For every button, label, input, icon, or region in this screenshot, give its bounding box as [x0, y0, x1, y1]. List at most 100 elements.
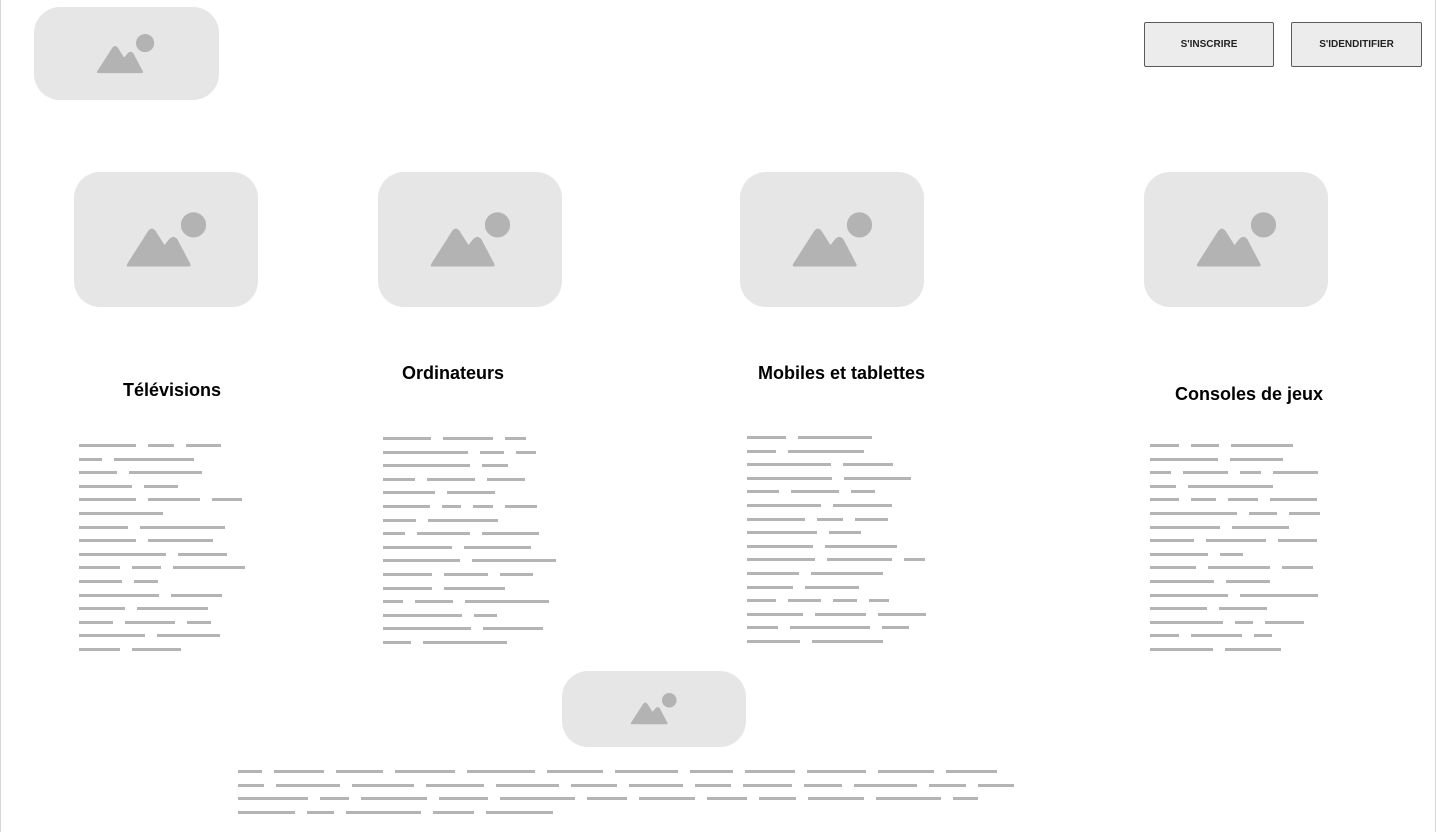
placeholder-text-line	[79, 553, 263, 556]
placeholder-text-word	[805, 586, 859, 589]
placeholder-text-line	[1150, 471, 1334, 474]
placeholder-text-word	[383, 519, 416, 522]
placeholder-text-line	[383, 614, 567, 617]
placeholder-text-word	[1150, 594, 1228, 597]
placeholder-text-word	[707, 797, 747, 800]
category-title-consoles[interactable]: Consoles de jeux	[1175, 384, 1323, 405]
placeholder-text-word	[1228, 498, 1258, 501]
placeholder-text-word	[812, 640, 883, 643]
placeholder-text-line	[238, 811, 1084, 814]
placeholder-text-word	[361, 797, 427, 800]
placeholder-text-word	[1270, 498, 1317, 501]
placeholder-text-word	[946, 770, 997, 773]
placeholder-text-line	[1150, 444, 1334, 447]
placeholder-text-word	[238, 811, 295, 814]
placeholder-text-word	[320, 797, 349, 800]
placeholder-text-word	[929, 784, 966, 787]
placeholder-text-line	[747, 599, 931, 602]
placeholder-text-word	[383, 505, 430, 508]
placeholder-text-word	[788, 450, 864, 453]
placeholder-text-word	[878, 613, 926, 616]
placeholder-text-word	[817, 518, 843, 521]
placeholder-text-line	[383, 559, 567, 562]
placeholder-text-line	[1150, 553, 1334, 556]
login-button[interactable]: S'IDENDITIFIER	[1291, 22, 1422, 67]
placeholder-text-line	[79, 539, 263, 542]
placeholder-text-word	[690, 770, 733, 773]
placeholder-text-word	[427, 478, 475, 481]
placeholder-text-word	[129, 471, 202, 474]
placeholder-text-line	[1150, 648, 1334, 651]
placeholder-text-word	[114, 458, 194, 461]
placeholder-text-word	[747, 613, 803, 616]
placeholder-text-word	[743, 784, 792, 787]
placeholder-text-word	[1208, 566, 1270, 569]
placeholder-text-line	[79, 458, 263, 461]
placeholder-text-word	[186, 444, 221, 447]
placeholder-text-word	[798, 436, 872, 439]
category-title-mobiles-tablettes[interactable]: Mobiles et tablettes	[758, 363, 925, 384]
placeholder-text-line	[383, 573, 567, 576]
placeholder-text-word	[1150, 539, 1194, 542]
placeholder-text-word	[383, 464, 470, 467]
placeholder-text-line	[747, 572, 931, 575]
placeholder-text-word	[827, 558, 892, 561]
placeholder-text-word	[79, 648, 120, 651]
placeholder-text-word	[904, 558, 925, 561]
placeholder-text-word	[855, 518, 888, 521]
category-image-consoles[interactable]	[1144, 172, 1328, 307]
placeholder-text-word	[274, 770, 324, 773]
placeholder-text-line	[79, 607, 263, 610]
placeholder-text-line	[747, 613, 931, 616]
placeholder-text-word	[383, 600, 403, 603]
category-title-televisions[interactable]: Télévisions	[123, 380, 221, 401]
placeholder-text-line	[383, 505, 567, 508]
placeholder-text-word	[695, 784, 731, 787]
placeholder-text-word	[336, 770, 383, 773]
placeholder-text-word	[439, 797, 488, 800]
placeholder-text-word	[1191, 498, 1216, 501]
placeholder-text-word	[745, 770, 795, 773]
register-button[interactable]: S'INSCRIRE	[1144, 22, 1274, 67]
placeholder-text-word	[876, 797, 941, 800]
placeholder-text-word	[383, 546, 452, 549]
category-image-ordinateurs[interactable]	[378, 172, 562, 307]
logo-image-placeholder[interactable]	[34, 7, 219, 100]
placeholder-text-word	[352, 784, 414, 787]
image-placeholder-icon	[430, 212, 511, 267]
placeholder-text-word	[473, 505, 493, 508]
footer-image-placeholder[interactable]	[562, 671, 746, 747]
placeholder-text-word	[134, 580, 158, 583]
placeholder-text-word	[1219, 607, 1267, 610]
placeholder-text-word	[383, 478, 415, 481]
placeholder-text-word	[790, 626, 870, 629]
placeholder-text-word	[1150, 566, 1196, 569]
placeholder-text-line	[747, 545, 931, 548]
category-image-mobiles-tablettes[interactable]	[740, 172, 924, 307]
placeholder-text-line	[1150, 607, 1334, 610]
placeholder-text-word	[483, 627, 543, 630]
placeholder-text-line	[79, 648, 263, 651]
placeholder-text-line	[383, 478, 567, 481]
placeholder-text-word	[346, 811, 421, 814]
placeholder-text-line	[79, 485, 263, 488]
placeholder-text-line	[79, 634, 263, 637]
placeholder-text-word	[505, 437, 526, 440]
placeholder-text-word	[79, 594, 159, 597]
placeholder-text-word	[547, 770, 603, 773]
category-image-televisions[interactable]	[74, 172, 258, 307]
placeholder-text-word	[747, 572, 799, 575]
placeholder-text-word	[833, 599, 857, 602]
placeholder-text-word	[747, 490, 779, 493]
placeholder-text-word	[238, 784, 264, 787]
placeholder-text-word	[433, 811, 474, 814]
placeholder-text-word	[808, 797, 864, 800]
placeholder-text-word	[1150, 526, 1220, 529]
placeholder-text-word	[747, 518, 805, 521]
placeholder-text-word	[516, 451, 536, 454]
placeholder-text-line	[79, 621, 263, 624]
placeholder-text-word	[869, 599, 889, 602]
category-title-ordinateurs[interactable]: Ordinateurs	[402, 363, 504, 384]
image-placeholder-icon	[96, 34, 155, 74]
placeholder-text-word	[238, 770, 262, 773]
